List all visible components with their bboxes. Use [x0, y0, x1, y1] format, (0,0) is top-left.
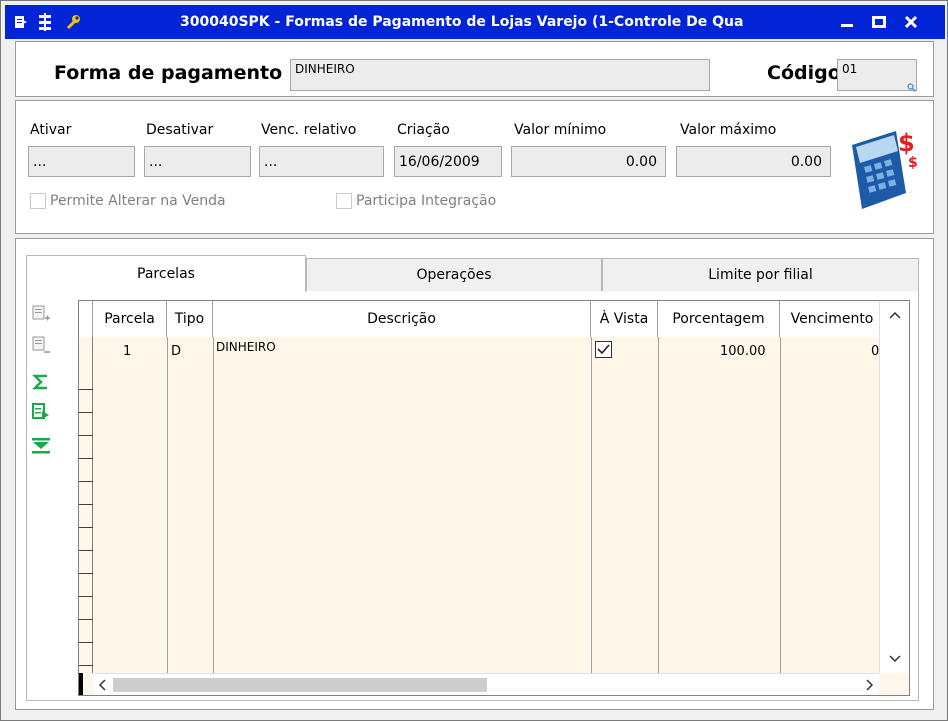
valor-maximo-label: Valor máximo: [680, 122, 777, 138]
scroll-up-icon[interactable]: [880, 305, 909, 325]
divider: [780, 337, 781, 673]
maximize-button[interactable]: [867, 12, 891, 32]
forma-label: Forma de pagamento: [54, 62, 283, 84]
grid-header: Parcela Tipo Descrição À Vista Porcentag…: [79, 301, 884, 337]
permite-alterar-box[interactable]: [30, 193, 46, 209]
row-indicator-tick: [79, 550, 93, 551]
divider: [167, 337, 168, 673]
scroll-down-icon[interactable]: [880, 649, 909, 669]
search-icon[interactable]: [907, 81, 917, 96]
divider: [658, 337, 659, 673]
participa-integracao-box[interactable]: [336, 193, 352, 209]
sum-icon[interactable]: [29, 371, 53, 393]
add-row-icon[interactable]: [29, 303, 53, 325]
menu-icon[interactable]: [11, 12, 31, 32]
divider: [591, 337, 592, 673]
valor-minimo-field[interactable]: 0.00: [511, 146, 666, 177]
filter-icon[interactable]: [29, 435, 53, 457]
vertical-scrollbar[interactable]: [879, 301, 909, 673]
cell-descricao[interactable]: DINHEIRO: [216, 340, 276, 354]
ativar-field[interactable]: ...: [28, 146, 135, 177]
tab-limite-label: Limite por filial: [708, 267, 813, 283]
export-icon[interactable]: [29, 401, 53, 423]
cell-tipo[interactable]: D: [171, 344, 181, 359]
row-indicator-tick: [79, 527, 93, 528]
row-indicator-tick: [79, 435, 93, 436]
row-indicator-column: [79, 337, 93, 673]
tab-limite-por-filial[interactable]: Limite por filial: [602, 258, 919, 292]
tree-icon[interactable]: [35, 12, 55, 32]
col-parcela[interactable]: Parcela: [93, 301, 167, 337]
close-button[interactable]: [899, 12, 923, 32]
svg-text:$: $: [898, 129, 915, 157]
cell-parcela[interactable]: 1: [123, 344, 131, 359]
cell-porcentagem[interactable]: 100.00: [720, 344, 766, 359]
valor-maximo-field[interactable]: 0.00: [676, 146, 831, 177]
venc-relativo-label: Venc. relativo: [261, 122, 357, 138]
desativar-label: Desativar: [146, 122, 214, 138]
row-indicator-tick: [79, 458, 93, 459]
venc-relativo-field[interactable]: ...: [259, 146, 384, 177]
permite-alterar-label: Permite Alterar na Venda: [50, 193, 226, 209]
horizontal-scroll-thumb[interactable]: [113, 678, 487, 692]
desativar-field[interactable]: ...: [144, 146, 251, 177]
row-indicator-tick: [79, 412, 93, 413]
codigo-label: Código: [767, 62, 841, 84]
row-indicator-tick: [79, 665, 93, 666]
permite-alterar-checkbox[interactable]: Permite Alterar na Venda: [30, 193, 226, 209]
remove-row-icon[interactable]: [29, 334, 53, 356]
calculator-icon: $ $: [846, 123, 920, 217]
row-indicator-tick: [79, 504, 93, 505]
tab-parcelas-label: Parcelas: [137, 266, 195, 282]
row-indicator-tick: [79, 573, 93, 574]
tab-operacoes[interactable]: Operações: [306, 258, 602, 292]
row-indicator-tick: [79, 642, 93, 643]
main-window: 300040SPK - Formas de Pagamento de Lojas…: [0, 0, 948, 721]
ativar-label: Ativar: [30, 122, 72, 138]
row-indicator-tick: [79, 596, 93, 597]
row-indicator-tick: [79, 389, 93, 390]
scroll-left-icon[interactable]: [93, 674, 111, 695]
criacao-label: Criação: [397, 122, 450, 138]
forma-field[interactable]: DINHEIRO: [290, 59, 710, 91]
minimize-button[interactable]: [835, 12, 859, 32]
cell-a-vista-checkbox[interactable]: [595, 341, 612, 358]
col-a-vista[interactable]: À Vista: [591, 301, 658, 337]
details-panel: Ativar ... Desativar ... Venc. relativo …: [15, 100, 934, 234]
col-vencimento[interactable]: Vencimento: [780, 301, 884, 337]
valor-minimo-label: Valor mínimo: [514, 122, 607, 138]
scroll-right-icon[interactable]: [861, 674, 879, 695]
horizontal-scrollbar[interactable]: [93, 673, 879, 695]
header-panel: Forma de pagamento DINHEIRO Código 01: [15, 41, 934, 97]
svg-text:$: $: [908, 155, 918, 171]
col-tipo[interactable]: Tipo: [167, 301, 213, 337]
tab-parcelas[interactable]: Parcelas: [26, 255, 306, 292]
col-porcentagem[interactable]: Porcentagem: [658, 301, 780, 337]
parcelas-grid: Parcela Tipo Descrição À Vista Porcentag…: [78, 300, 910, 696]
tab-operacoes-label: Operações: [416, 267, 492, 283]
codigo-field[interactable]: 01: [837, 59, 917, 91]
title-bar: 300040SPK - Formas de Pagamento de Lojas…: [5, 5, 945, 39]
row-indicator-header: [79, 301, 93, 337]
row-indicator-tick: [79, 481, 93, 482]
divider: [213, 337, 214, 673]
wrench-icon[interactable]: [63, 12, 83, 32]
participa-integracao-label: Participa Integração: [356, 193, 497, 209]
window-title: 300040SPK - Formas de Pagamento de Lojas…: [180, 14, 744, 30]
col-descricao[interactable]: Descrição: [213, 301, 591, 337]
participa-integracao-checkbox[interactable]: Participa Integração: [336, 193, 496, 209]
criacao-field[interactable]: 16/06/2009: [394, 146, 502, 177]
grid-corner-marker: [79, 673, 83, 695]
row-indicator-tick: [79, 619, 93, 620]
